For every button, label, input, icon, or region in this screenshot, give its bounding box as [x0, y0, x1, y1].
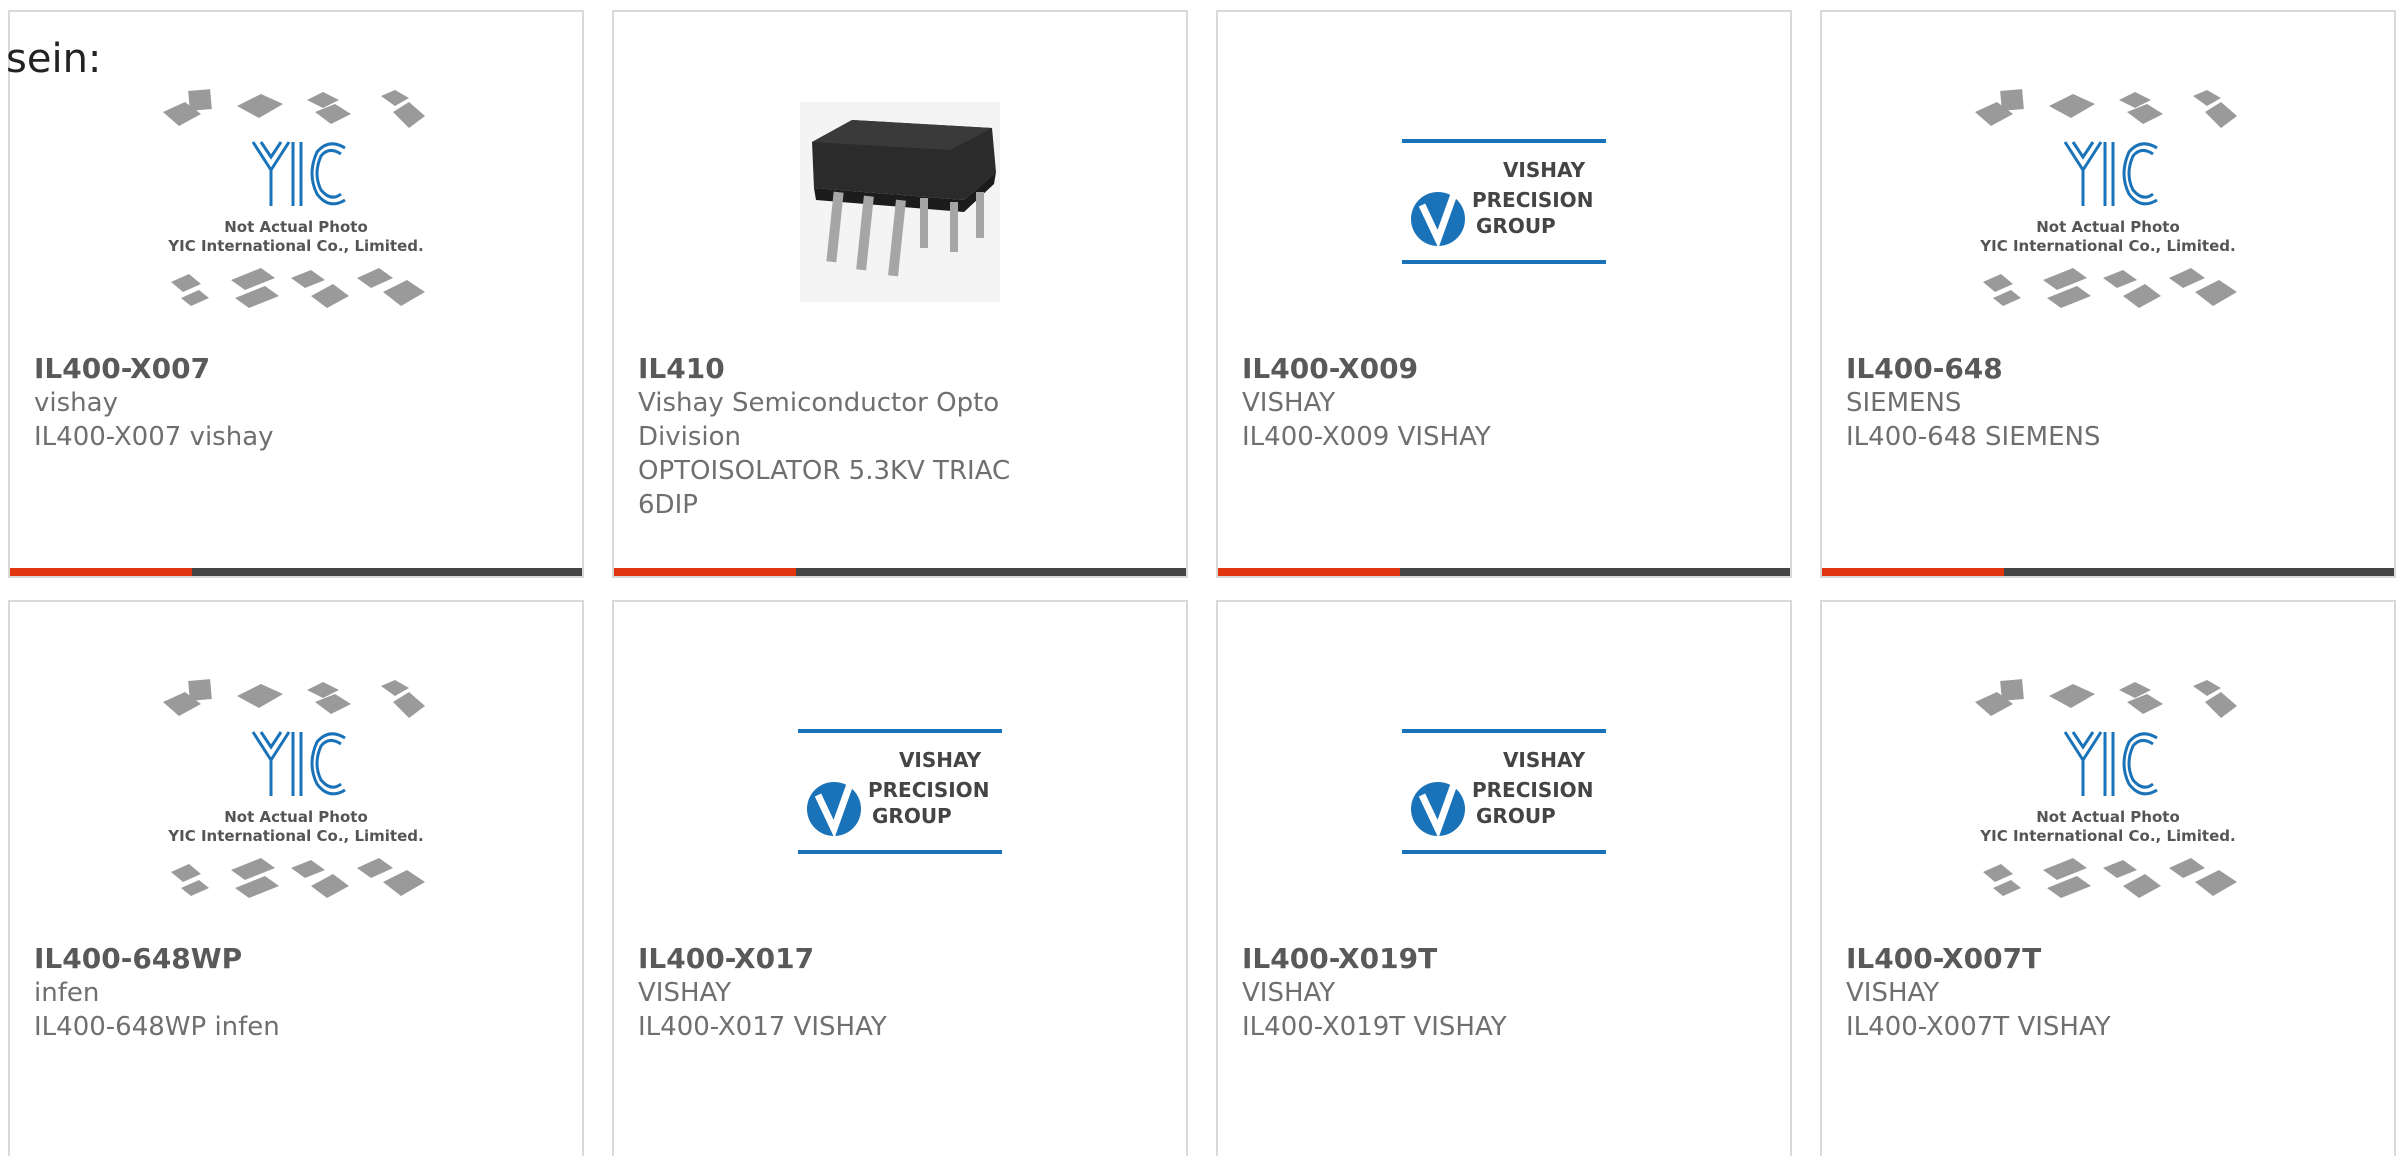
vishay-logo-line1: VISHAY [899, 748, 982, 772]
product-info: IL400-648 SIEMENS IL400-648 SIEMENS [1846, 352, 2370, 454]
card-bottom-bar [614, 568, 1186, 576]
card-bottom-bar [10, 568, 582, 576]
card-accent-bar [10, 568, 192, 576]
vishay-precision-logo: VISHAY PRECISION GROUP [798, 729, 1002, 854]
card-bottom-bar [1822, 568, 2394, 576]
product-card[interactable]: Not Actual Photo YIC International Co., … [1820, 600, 2396, 1156]
product-image-yic-placeholder: Not Actual Photo YIC International Co., … [10, 52, 582, 352]
part-number-link[interactable]: IL400-X019T [1242, 942, 1766, 976]
vishay-precision-logo: VISHAY PRECISION GROUP [1402, 729, 1606, 854]
vishay-logo-line3: GROUP [1476, 804, 1556, 828]
product-info: IL400-X017 VISHAY IL400-X017 VISHAY [638, 942, 1162, 1044]
vishay-precision-logo: VISHAY PRECISION GROUP [1402, 139, 1606, 264]
description: OPTOISOLATOR 5.3KV TRIAC 6DIP [638, 456, 1011, 520]
card-bottom-bar [1218, 568, 1790, 576]
description: IL400-X009 VISHAY [1242, 422, 1491, 452]
card-accent-bar [1822, 568, 2004, 576]
manufacturer: Vishay Semiconductor Opto Division [638, 388, 1000, 452]
product-info: IL400-X007 vishay IL400-X007 vishay [34, 352, 558, 454]
manufacturer: SIEMENS [1846, 388, 1962, 418]
product-image-yic-placeholder: Not Actual Photo YIC International Co., … [1822, 52, 2394, 352]
manufacturer: VISHAY [1242, 978, 1336, 1008]
card-accent-bar [1218, 568, 1400, 576]
product-info: IL400-X007T VISHAY IL400-X007T VISHAY [1846, 942, 2370, 1044]
description: IL400-X019T VISHAY [1242, 1012, 1507, 1042]
yic-placeholder-image: Not Actual Photo YIC International Co., … [1975, 679, 2237, 898]
yic-caption-line1: Not Actual Photo [2036, 218, 2180, 236]
part-number-link[interactable]: IL400-X007 [34, 352, 558, 386]
vishay-logo-line3: GROUP [872, 804, 952, 828]
vishay-logo-line1: VISHAY [1503, 748, 1586, 772]
part-number-link[interactable]: IL400-648WP [34, 942, 558, 976]
product-card[interactable]: VISHAY PRECISION GROUP IL400-X019T VISHA… [1216, 600, 1792, 1156]
yic-caption-line2: YIC International Co., Limited. [167, 237, 423, 255]
product-card[interactable]: IL410 Vishay Semiconductor Opto Division… [612, 10, 1188, 578]
product-image-vishay-precision-logo: VISHAY PRECISION GROUP [614, 642, 1186, 942]
yic-caption-line2: YIC International Co., Limited. [1979, 237, 2235, 255]
intro-text: sein: [6, 36, 102, 82]
yic-caption-line2: YIC International Co., Limited. [167, 827, 423, 845]
part-number-link[interactable]: IL400-X017 [638, 942, 1162, 976]
part-number-link[interactable]: IL400-648 [1846, 352, 2370, 386]
part-number-link[interactable]: IL400-X009 [1242, 352, 1766, 386]
product-card[interactable]: Not Actual Photo YIC International Co., … [8, 10, 584, 578]
vishay-logo-line3: GROUP [1476, 214, 1556, 238]
manufacturer: VISHAY [1846, 978, 1940, 1008]
description: IL400-648WP infen [34, 1012, 280, 1042]
manufacturer: VISHAY [638, 978, 732, 1008]
part-number-link[interactable]: IL410 [638, 352, 1162, 386]
product-image-yic-placeholder: Not Actual Photo YIC International Co., … [1822, 642, 2394, 942]
description: IL400-X007T VISHAY [1846, 1012, 2111, 1042]
product-info: IL410 Vishay Semiconductor Opto Division… [638, 352, 1162, 522]
vishay-logo-line1: VISHAY [1503, 158, 1586, 182]
yic-caption-line1: Not Actual Photo [224, 218, 368, 236]
yic-placeholder-image: Not Actual Photo YIC International Co., … [163, 679, 425, 898]
product-card[interactable]: VISHAY PRECISION GROUP IL400-X009 VISHAY… [1216, 10, 1792, 578]
product-grid-page: sein: Not Actual Photo YIC International… [0, 0, 2400, 1156]
product-info: IL400-X019T VISHAY IL400-X019T VISHAY [1242, 942, 1766, 1044]
product-image-vishay-precision-logo: VISHAY PRECISION GROUP [1218, 642, 1790, 942]
yic-caption-line2: YIC International Co., Limited. [1979, 827, 2235, 845]
product-card[interactable]: Not Actual Photo YIC International Co., … [1820, 10, 2396, 578]
product-card[interactable]: Not Actual Photo YIC International Co., … [8, 600, 584, 1156]
product-image-yic-placeholder: Not Actual Photo YIC International Co., … [10, 642, 582, 942]
yic-caption-line1: Not Actual Photo [224, 808, 368, 826]
yic-placeholder-image: Not Actual Photo YIC International Co., … [1975, 89, 2237, 308]
product-info: IL400-X009 VISHAY IL400-X009 VISHAY [1242, 352, 1766, 454]
manufacturer: infen [34, 978, 100, 1008]
vishay-logo-line2: PRECISION [868, 778, 989, 802]
description: IL400-X007 vishay [34, 422, 274, 452]
product-image-vishay-precision-logo: VISHAY PRECISION GROUP [1218, 52, 1790, 352]
dip-chip-photo [800, 102, 1000, 302]
yic-placeholder-image: Not Actual Photo YIC International Co., … [163, 89, 425, 308]
vishay-logo-line2: PRECISION [1472, 778, 1593, 802]
description: IL400-648 SIEMENS [1846, 422, 2101, 452]
manufacturer: VISHAY [1242, 388, 1336, 418]
vishay-logo-line2: PRECISION [1472, 188, 1593, 212]
manufacturer: vishay [34, 388, 118, 418]
product-info: IL400-648WP infen IL400-648WP infen [34, 942, 558, 1044]
part-number-link[interactable]: IL400-X007T [1846, 942, 2370, 976]
yic-caption-line1: Not Actual Photo [2036, 808, 2180, 826]
product-card[interactable]: VISHAY PRECISION GROUP IL400-X017 VISHAY… [612, 600, 1188, 1156]
description: IL400-X017 VISHAY [638, 1012, 887, 1042]
card-accent-bar [614, 568, 796, 576]
product-image-dip-chip-photo [614, 52, 1186, 352]
